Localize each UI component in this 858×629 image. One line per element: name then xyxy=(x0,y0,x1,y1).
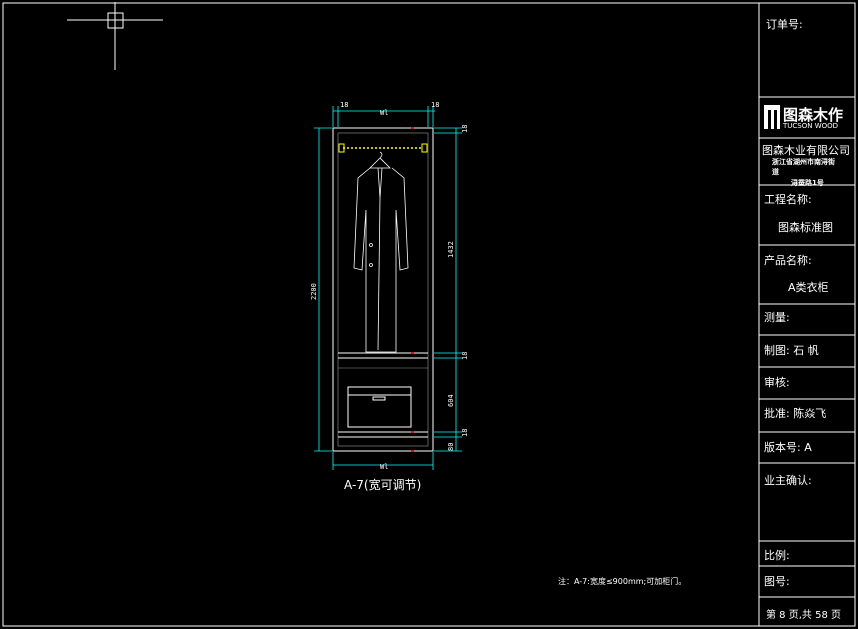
dim-shelf-2: 18 xyxy=(461,429,469,437)
dim-top-middle: Wl xyxy=(380,109,388,117)
drawing-note: 注：A-7:宽度≤900mm;可加柜门。 xyxy=(558,577,687,586)
page-counter: 第 8 页,共 58 页 xyxy=(766,610,841,621)
order-no-label: 订单号: xyxy=(766,18,803,31)
drawing-no-label: 图号: xyxy=(764,575,790,588)
scale-label: 比例: xyxy=(764,549,790,562)
dim-drawer-height: 604 xyxy=(447,394,455,407)
coat-icon xyxy=(353,151,409,353)
dim-plinth: 80 xyxy=(447,443,455,451)
product-label: 产品名称: xyxy=(764,254,812,267)
drafter-label: 制图: 石 帆 xyxy=(764,344,819,357)
drawing-caption: A-7(宽可调节) xyxy=(344,478,422,492)
address-line-2: 道 xyxy=(772,168,779,176)
dim-shelf-1: 18 xyxy=(461,352,469,360)
dimension-lines xyxy=(314,106,462,470)
project-label: 工程名称: xyxy=(764,193,812,206)
dim-bottom-width: Wl xyxy=(380,463,388,471)
wardrobe-elevation xyxy=(332,127,434,452)
drawing-border xyxy=(2,2,856,627)
tucson-logo-icon xyxy=(764,105,780,129)
version-label: 版本号: A xyxy=(764,441,812,454)
wardrobe-inner-outline xyxy=(337,132,429,447)
address-line-1: 浙江省湖州市南浔街 xyxy=(772,158,835,166)
logo-sub: TUCSON WOOD xyxy=(783,122,839,130)
crosshair-cursor-icon xyxy=(67,2,163,70)
company-name: 图森木业有限公司 xyxy=(762,144,850,157)
project-value: 图森标准图 xyxy=(778,221,833,234)
approve-label: 批准: 陈焱飞 xyxy=(764,407,827,420)
cad-drawing: 18 Wl 18 Wl 2200 1432 18 18 604 18 80 xyxy=(2,2,856,627)
drawer-basket xyxy=(347,386,412,428)
measure-label: 测量: xyxy=(764,311,790,324)
address-line-3: 浔蚕路1号 xyxy=(791,179,824,187)
dim-top-board: 18 xyxy=(461,125,469,133)
dim-upper-height: 1432 xyxy=(447,241,455,258)
product-value: A类衣柜 xyxy=(788,281,829,294)
dim-total-height: 2200 xyxy=(310,283,318,300)
review-label: 审核: xyxy=(764,376,790,389)
dim-top-right: 18 xyxy=(431,101,439,109)
rail-bracket-right xyxy=(421,143,428,153)
drawer-handle-icon xyxy=(372,396,386,401)
owner-confirm-label: 业主确认: xyxy=(764,474,812,487)
dim-top-left: 18 xyxy=(340,101,348,109)
